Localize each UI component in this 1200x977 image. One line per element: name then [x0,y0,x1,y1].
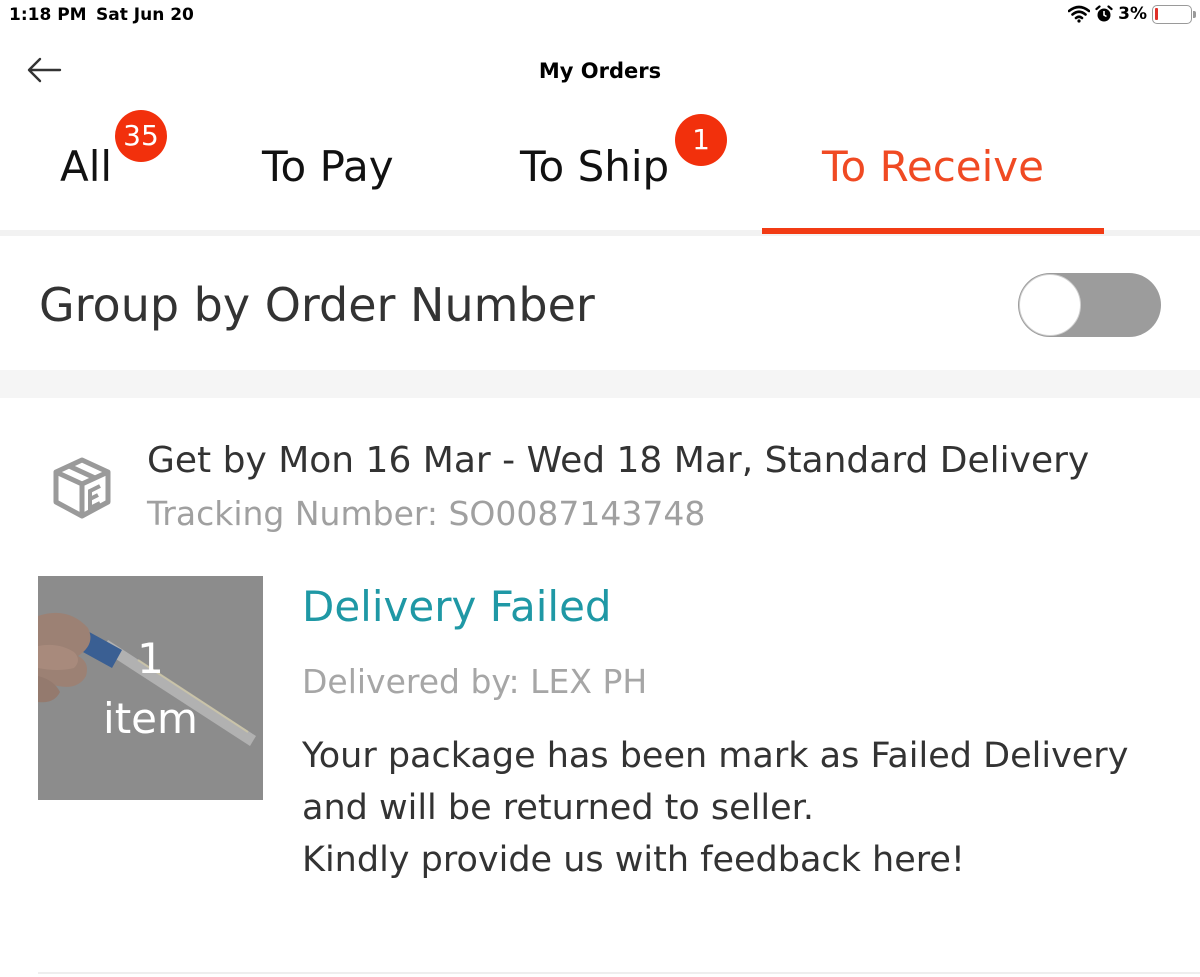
alarm-icon [1095,5,1113,22]
product-thumbnail[interactable]: 1 item [38,576,263,800]
package-box-icon [53,457,111,519]
status-time: 1:18 PM [9,5,87,25]
tab-all[interactable]: All [60,142,112,191]
status-message-line: and will be returned to seller. [302,788,814,828]
status-message-line: Kindly provide us with feedback here! [302,840,965,880]
item-divider [38,972,1200,974]
battery-percent: 3% [1118,4,1147,24]
tab-to-ship[interactable]: To Ship [520,142,669,191]
status-indicators: 3% [1068,4,1196,24]
section-divider [0,370,1200,398]
my-orders-screen: 1:18 PM Sat Jun 20 3% My Orders All 35 T… [0,0,1200,977]
tab-label: To Pay [262,142,394,191]
tab-label: To Ship [520,142,670,191]
tab-to-receive[interactable]: To Receive [822,142,1044,191]
tab-to-ship-badge: 1 [675,114,727,166]
tab-label: To Receive [822,142,1044,191]
order-tabs: All 35 To Pay To Ship 1 To Receive [0,102,1200,236]
tab-to-pay[interactable]: To Pay [262,142,394,191]
battery-icon [1152,4,1196,24]
order-status[interactable]: Delivery Failed [302,582,612,631]
item-count-label: item [103,694,198,743]
active-tab-indicator [762,228,1104,234]
tab-all-badge: 35 [115,110,167,162]
status-message-line: Your package has been mark as Failed Del… [302,736,1129,776]
status-bar: 1:18 PM Sat Jun 20 3% [0,0,1200,32]
delivered-by: Delivered by: LEX PH [302,662,648,701]
group-by-label: Group by Order Number [39,278,595,332]
nav-bar: My Orders [0,40,1200,102]
tab-label: All [60,142,113,191]
tracking-number[interactable]: Tracking Number: SO0087143748 [147,494,705,533]
wifi-icon [1068,5,1091,23]
delivery-estimate: Get by Mon 16 Mar - Wed 18 Mar, Standard… [147,440,1090,481]
page-title: My Orders [538,59,662,83]
item-count-number: 1 [137,634,164,683]
group-by-row: Group by Order Number [0,240,1200,370]
group-by-toggle[interactable] [1018,273,1161,337]
toggle-knob [1019,274,1081,336]
status-date: Sat Jun 20 [96,5,194,25]
status-message[interactable]: Your package has been mark as Failed Del… [302,730,1128,886]
thermometer-image [38,576,263,800]
